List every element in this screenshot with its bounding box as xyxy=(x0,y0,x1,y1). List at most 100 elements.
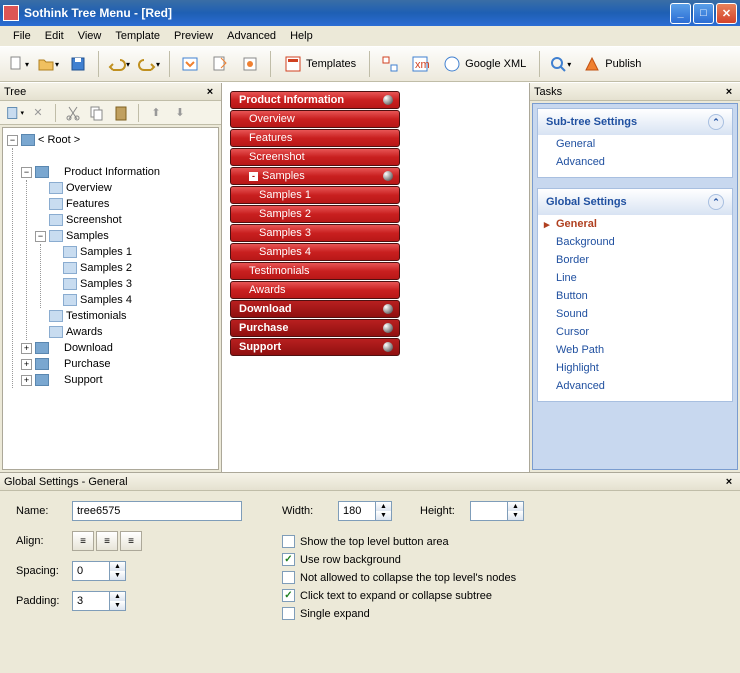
spacing-input[interactable] xyxy=(72,561,110,581)
preview-menu-item[interactable]: Features xyxy=(230,129,400,147)
tree-item[interactable]: Screenshot xyxy=(66,214,122,226)
tree-item[interactable]: Download xyxy=(64,342,113,354)
tree-view[interactable]: −< Root > −Product Information Overview … xyxy=(2,127,219,470)
preview-menu-item[interactable]: Download xyxy=(230,300,400,318)
expander-icon[interactable]: − xyxy=(7,135,18,146)
checkbox[interactable]: ✓ xyxy=(282,589,295,602)
task-item-web-path[interactable]: Web Path xyxy=(538,341,732,359)
expander-icon[interactable]: − xyxy=(35,231,46,242)
task-item-button[interactable]: Button xyxy=(538,287,732,305)
task-item-sound[interactable]: Sound xyxy=(538,305,732,323)
tree-item[interactable]: Samples 2 xyxy=(80,262,132,274)
minimize-button[interactable]: _ xyxy=(670,3,691,24)
tree-item[interactable]: Samples 1 xyxy=(80,246,132,258)
preview-menu-item[interactable]: Awards xyxy=(230,281,400,299)
cut-icon[interactable] xyxy=(62,102,84,124)
checkbox[interactable] xyxy=(282,535,295,548)
preview-browser-button[interactable] xyxy=(176,50,204,78)
expander-icon[interactable]: + xyxy=(21,343,32,354)
templates-button[interactable]: Templates xyxy=(277,50,363,78)
align-left-button[interactable]: ≡ xyxy=(72,531,94,551)
maximize-button[interactable]: □ xyxy=(693,3,714,24)
spinner-icon[interactable]: ▲▼ xyxy=(508,501,524,521)
tree-delete-icon[interactable]: ✕ xyxy=(27,102,49,124)
task-item-background[interactable]: Background xyxy=(538,233,732,251)
width-input[interactable] xyxy=(338,501,376,521)
task-item-general[interactable]: General xyxy=(538,215,732,233)
close-button[interactable]: ✕ xyxy=(716,3,737,24)
tree-item[interactable]: Overview xyxy=(66,182,112,194)
tree-item[interactable]: Awards xyxy=(66,326,102,338)
preview-menu-item[interactable]: Samples 1 xyxy=(230,186,400,204)
spinner-icon[interactable]: ▲▼ xyxy=(110,561,126,581)
preview-menu-item[interactable]: Screenshot xyxy=(230,148,400,166)
preview-menu-item[interactable]: Product Information xyxy=(230,91,400,109)
copy-icon[interactable] xyxy=(86,102,108,124)
menu-advanced[interactable]: Advanced xyxy=(220,28,283,44)
name-input[interactable] xyxy=(72,501,242,521)
tree-panel-close-icon[interactable]: × xyxy=(203,86,217,98)
checkbox[interactable]: ✓ xyxy=(282,553,295,566)
tree-item[interactable]: Samples 4 xyxy=(80,294,132,306)
open-button[interactable]: ▾ xyxy=(34,50,62,78)
preview-menu-item[interactable]: Samples 3 xyxy=(230,224,400,242)
edit-button[interactable] xyxy=(206,50,234,78)
expander-icon[interactable]: + xyxy=(21,359,32,370)
collapse-icon[interactable]: ⌃ xyxy=(708,114,724,130)
preview-menu-item[interactable]: Purchase xyxy=(230,319,400,337)
task-item-border[interactable]: Border xyxy=(538,251,732,269)
preview-menu-item[interactable]: Samples 2 xyxy=(230,205,400,223)
spinner-icon[interactable]: ▲▼ xyxy=(376,501,392,521)
sitemap-button[interactable] xyxy=(376,50,404,78)
expander-icon[interactable]: − xyxy=(21,167,32,178)
preview-menu-item[interactable]: -Samples xyxy=(230,167,400,185)
tree-item[interactable]: Support xyxy=(64,374,103,386)
tree-new-icon[interactable]: ▾ xyxy=(3,102,25,124)
move-up-icon[interactable]: ⬆ xyxy=(145,102,167,124)
browse-button[interactable]: ▾ xyxy=(546,50,574,78)
task-item-advanced[interactable]: Advanced xyxy=(538,377,732,395)
undo-button[interactable]: ▾ xyxy=(105,50,133,78)
menu-help[interactable]: Help xyxy=(283,28,320,44)
task-item-line[interactable]: Line xyxy=(538,269,732,287)
checkbox[interactable] xyxy=(282,571,295,584)
task-item-highlight[interactable]: Highlight xyxy=(538,359,732,377)
collapse-icon[interactable]: ⌃ xyxy=(708,194,724,210)
task-item-advanced[interactable]: Advanced xyxy=(538,153,732,171)
settings-panel-close-icon[interactable]: × xyxy=(722,476,736,488)
preview-menu-item[interactable]: Testimonials xyxy=(230,262,400,280)
align-right-button[interactable]: ≡ xyxy=(120,531,142,551)
menu-file[interactable]: File xyxy=(6,28,38,44)
menu-template[interactable]: Template xyxy=(108,28,167,44)
tree-item[interactable]: Samples 3 xyxy=(80,278,132,290)
task-item-general[interactable]: General xyxy=(538,135,732,153)
menu-edit[interactable]: Edit xyxy=(38,28,71,44)
menu-view[interactable]: View xyxy=(71,28,109,44)
xml-button[interactable]: xml xyxy=(406,50,434,78)
publish-button[interactable]: Publish xyxy=(576,50,648,78)
google-xml-button[interactable]: Google XML xyxy=(436,50,533,78)
tasks-panel-close-icon[interactable]: × xyxy=(722,86,736,98)
preview-menu-item[interactable]: Overview xyxy=(230,110,400,128)
height-input[interactable] xyxy=(470,501,508,521)
new-button[interactable]: ▾ xyxy=(4,50,32,78)
tree-item[interactable]: Samples xyxy=(66,230,109,242)
padding-input[interactable] xyxy=(72,591,110,611)
save-button[interactable] xyxy=(64,50,92,78)
tree-root[interactable]: < Root > xyxy=(38,134,80,146)
preview-menu-item[interactable]: Support xyxy=(230,338,400,356)
tree-item[interactable]: Product Information xyxy=(64,166,160,178)
checkbox[interactable] xyxy=(282,607,295,620)
menu-preview[interactable]: Preview xyxy=(167,28,220,44)
spinner-icon[interactable]: ▲▼ xyxy=(110,591,126,611)
tree-item[interactable]: Features xyxy=(66,198,109,210)
preview-menu-item[interactable]: Samples 4 xyxy=(230,243,400,261)
tree-item[interactable]: Testimonials xyxy=(66,310,127,322)
align-center-button[interactable]: ≡ xyxy=(96,531,118,551)
paste-icon[interactable] xyxy=(110,102,132,124)
move-down-icon[interactable]: ⬇ xyxy=(169,102,191,124)
redo-button[interactable]: ▾ xyxy=(135,50,163,78)
tree-item[interactable]: Purchase xyxy=(64,358,110,370)
task-item-cursor[interactable]: Cursor xyxy=(538,323,732,341)
resources-button[interactable] xyxy=(236,50,264,78)
